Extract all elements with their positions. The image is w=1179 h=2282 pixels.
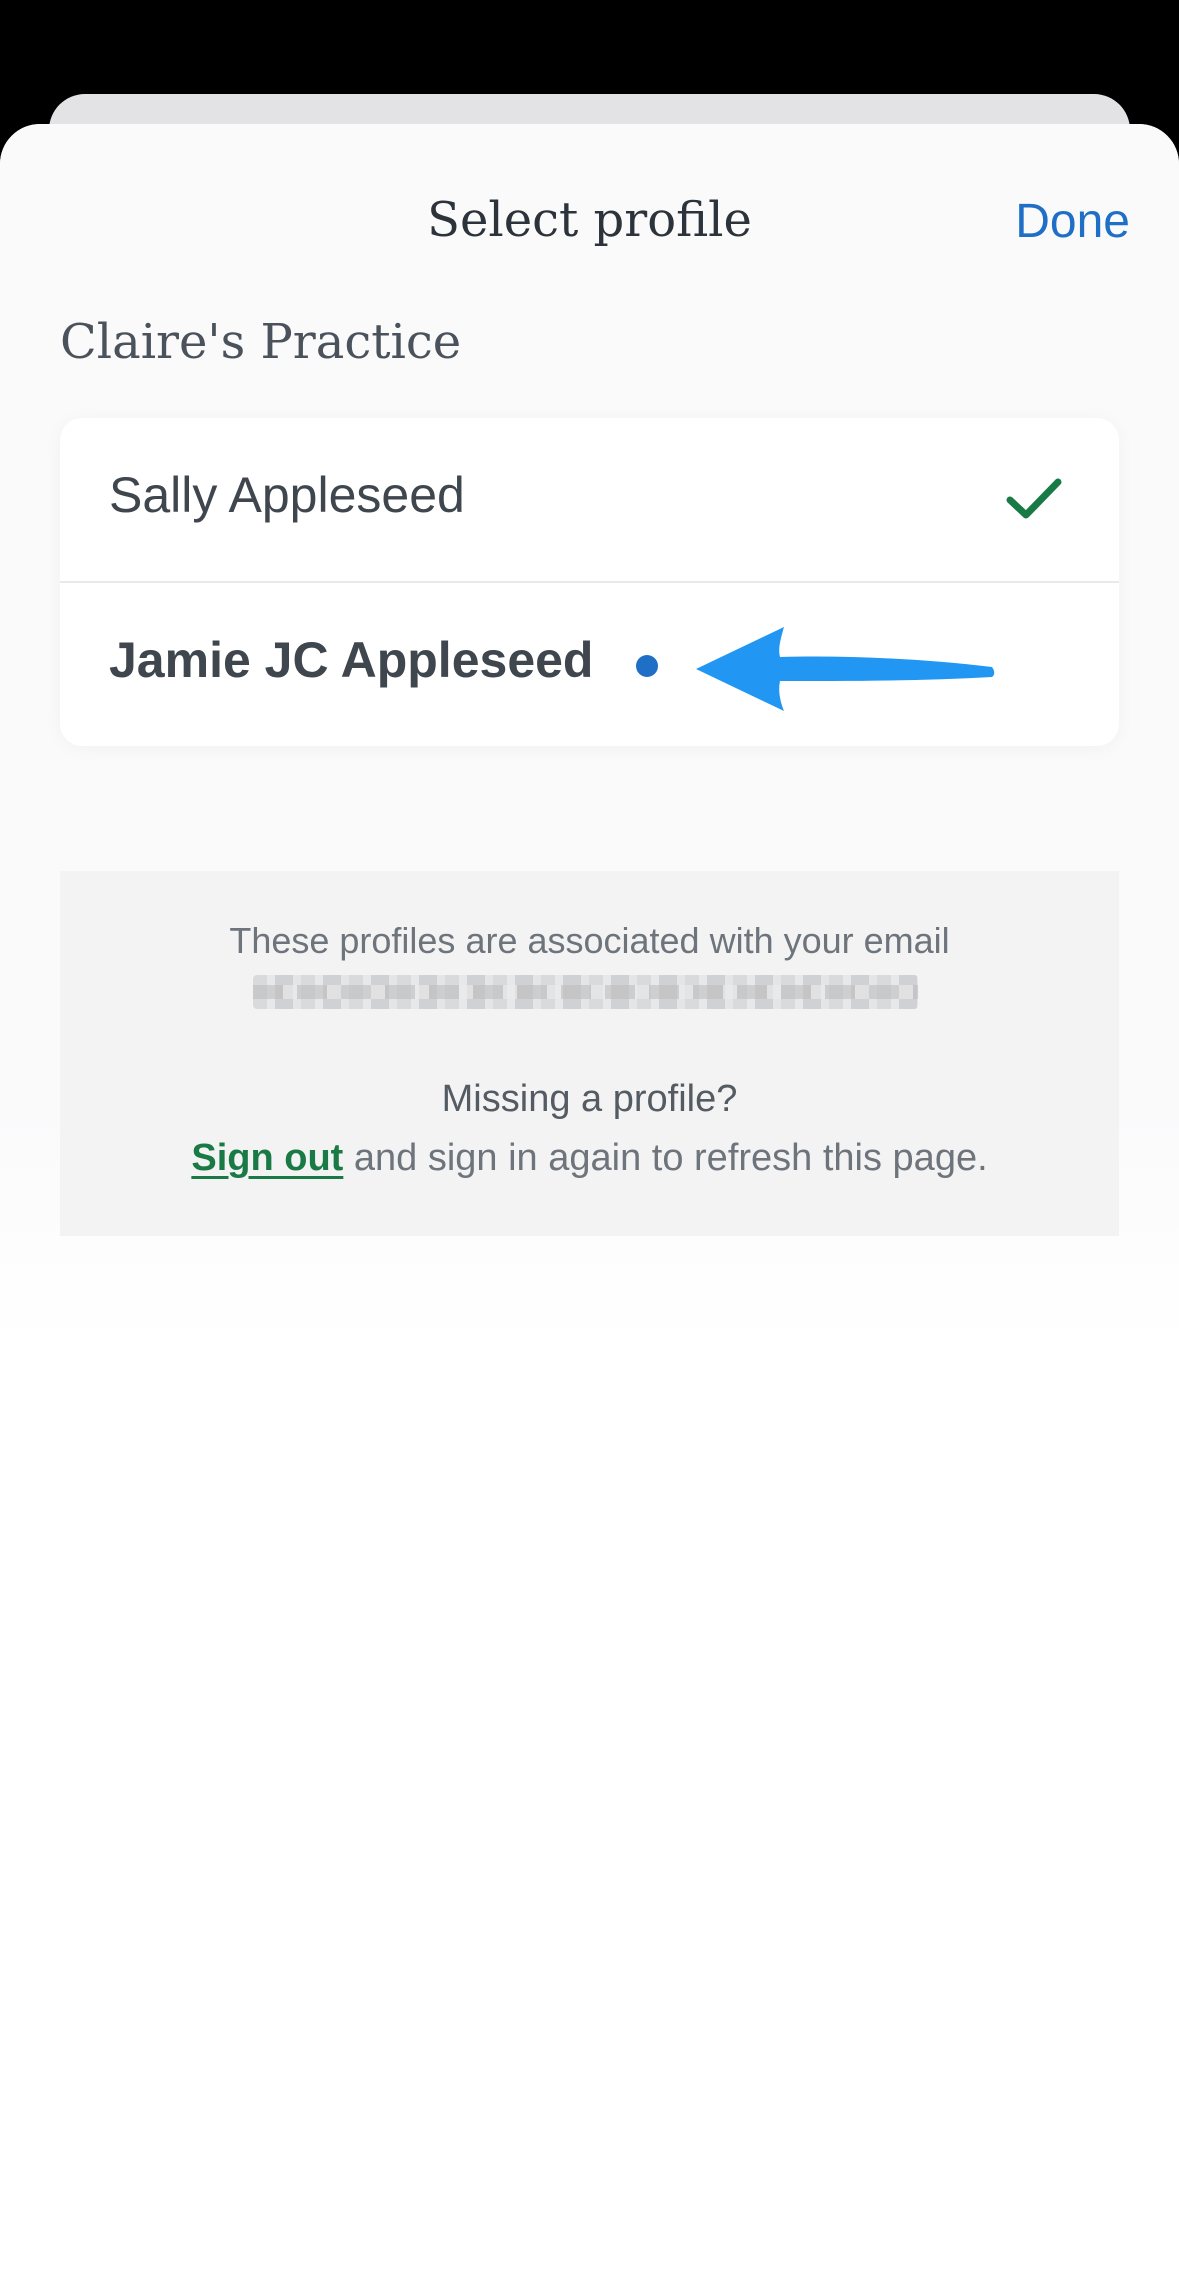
- profile-name: Jamie JC Appleseed: [109, 632, 594, 688]
- profile-list: Sally Appleseed Jamie JC Appleseed: [60, 418, 1119, 746]
- missing-profile-heading: Missing a profile?: [441, 1078, 738, 1120]
- unread-dot-icon: [636, 655, 658, 677]
- signout-instructions: Sign out and sign in again to refresh th…: [60, 1139, 1119, 1177]
- profile-row-jamie-jc-appleseed[interactable]: Jamie JC Appleseed: [60, 583, 1119, 746]
- page-title: Select profile: [427, 192, 752, 248]
- profile-row-sally-appleseed[interactable]: Sally Appleseed: [60, 418, 1119, 581]
- profile-name: Sally Appleseed: [109, 467, 465, 523]
- associated-email-text: These profiles are associated with your …: [229, 920, 950, 961]
- profile-select-sheet: Select profile Done Claire's Practice Sa…: [0, 124, 1179, 2282]
- info-panel: These profiles are associated with your …: [60, 871, 1119, 1236]
- checkmark-icon: [1006, 478, 1062, 519]
- signout-suffix-text: and sign in again to refresh this page.: [343, 1137, 988, 1179]
- sign-out-link[interactable]: Sign out: [191, 1137, 343, 1179]
- done-button[interactable]: Done: [1015, 198, 1130, 246]
- practice-title: Claire's Practice: [60, 314, 462, 370]
- redacted-email: [253, 975, 918, 1009]
- arrow-left-icon: [696, 627, 995, 711]
